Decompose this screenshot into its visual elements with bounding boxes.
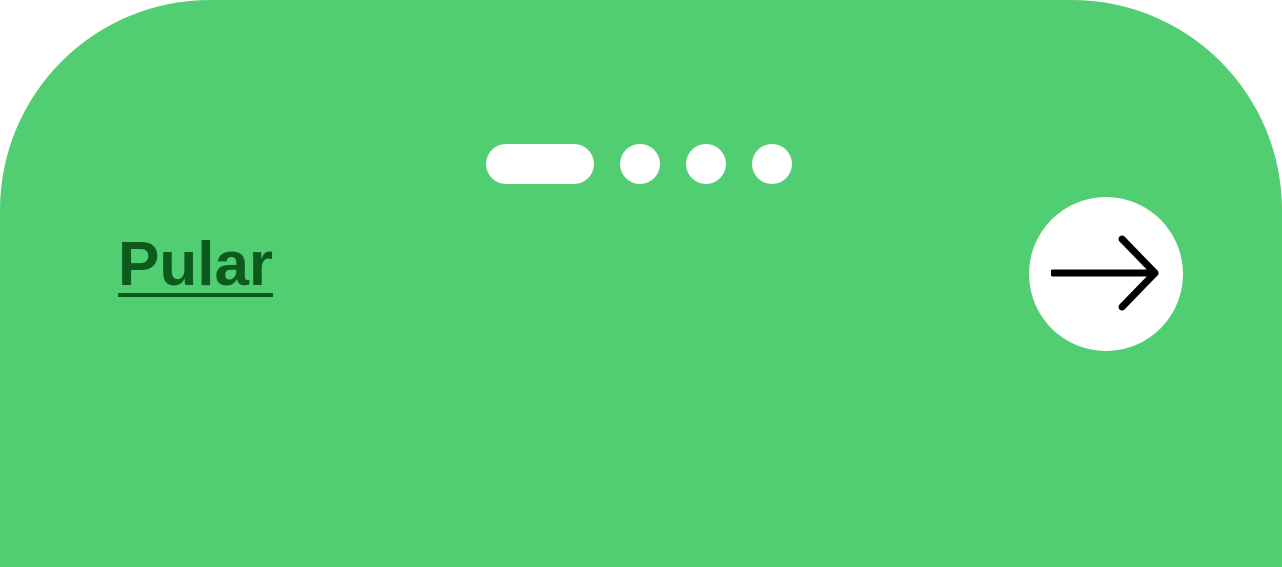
page-indicator-dot (620, 144, 660, 184)
page-indicator-dot (752, 144, 792, 184)
onboarding-panel: Pular (0, 0, 1282, 567)
next-button[interactable] (1029, 197, 1183, 351)
skip-link[interactable]: Pular (118, 228, 273, 302)
page-indicator-dot (686, 144, 726, 184)
page-indicator (486, 144, 792, 184)
arrow-right-icon (1051, 235, 1159, 311)
page-indicator-active (486, 144, 594, 184)
